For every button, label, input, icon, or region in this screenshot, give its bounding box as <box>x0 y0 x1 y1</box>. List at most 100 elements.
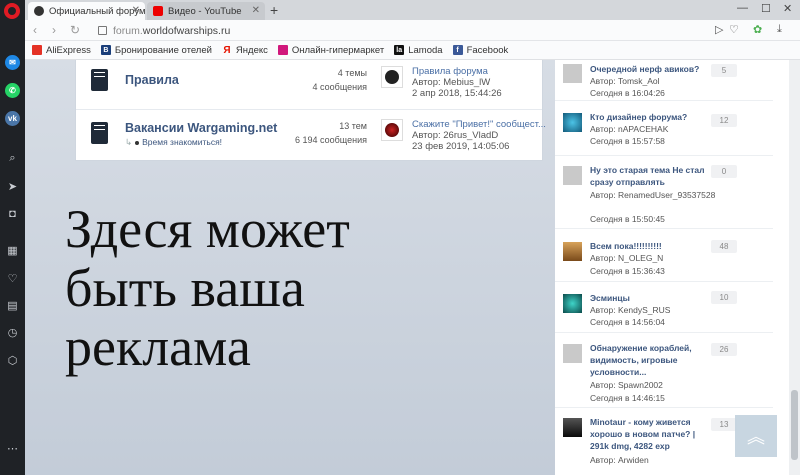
avatar[interactable] <box>563 242 582 261</box>
scroll-to-top-button[interactable]: ︽ <box>735 415 777 457</box>
forum-title[interactable]: Правила <box>125 73 179 87</box>
activity-item[interactable]: Ну это старая тема Не стал сразу отправл… <box>555 159 773 229</box>
forum-row: Вакансии Wargaming.net ↳ Время знакомитьс… <box>76 109 546 159</box>
recent-activity: Очередной нерф авиков? Автор: Tomsk_Aol … <box>555 60 789 475</box>
activity-item[interactable]: Всем пока!!!!!!!!!! Автор: N_OLEG_N Сего… <box>555 236 773 282</box>
avatar[interactable] <box>563 344 582 363</box>
close-tab-icon[interactable]: ✕ <box>252 5 260 16</box>
activity-author: Автор: Arwiden <box>590 455 649 465</box>
bookmark-aliexpress[interactable]: AliExpress <box>32 45 91 56</box>
yandex-icon: Я <box>223 44 231 56</box>
activity-date: Сегодня в 14:56:04 <box>590 317 665 327</box>
forum-posts-count: 4 сообщения <box>312 82 367 92</box>
tab-youtube[interactable]: Видео - YouTube ✕ <box>147 2 265 20</box>
bookmarks-bar: AliExpress B Бронирование отелей Я Яндекс … <box>25 41 800 60</box>
activity-author: Автор: nAPACEHAK <box>590 124 669 134</box>
avatar[interactable] <box>563 166 582 185</box>
opera-logo-icon[interactable] <box>4 3 20 19</box>
forum-row: Правила 4 темы 4 сообщения Правила форум… <box>76 60 542 110</box>
activity-item[interactable]: Эсминцы Автор: KendyS_RUS Сегодня в 14:5… <box>555 287 773 333</box>
vk-icon[interactable]: vk <box>5 111 20 126</box>
tab-forum[interactable]: Официальный форум игры ✕ <box>28 2 145 20</box>
forum-title[interactable]: Вакансии Wargaming.net <box>125 121 277 135</box>
bookmark-hypermarket[interactable]: Онлайн-гипермаркет <box>277 45 384 56</box>
bookmark-label: Бронирование отелей <box>114 44 212 56</box>
bookmark-label: Lamoda <box>408 44 443 56</box>
messenger-icon[interactable]: ✉ <box>5 55 20 70</box>
activity-title[interactable]: Minotaur - кому живется хорошо в новом п… <box>590 416 708 452</box>
page-content: Правила 4 темы 4 сообщения Правила форум… <box>25 60 789 475</box>
last-topic-date: 2 апр 2018, 15:44:26 <box>412 88 502 99</box>
last-topic-link[interactable]: Скажите "Привет!" сообщест... <box>412 119 546 130</box>
vertical-scrollbar[interactable] <box>789 60 800 475</box>
more-icon[interactable]: ⋯ <box>5 441 20 456</box>
activity-item[interactable]: Очередной нерф авиков? Автор: Tomsk_Aol … <box>555 60 773 101</box>
speed-dial-icon[interactable]: ▦ <box>5 243 20 258</box>
forum-topics-count: 4 темы <box>337 68 367 78</box>
last-topic-link[interactable]: Правила форума <box>412 66 488 77</box>
url-field[interactable]: forum.worldofwarships.ru <box>98 22 743 39</box>
avatar[interactable] <box>563 418 582 437</box>
activity-author: Автор: N_OLEG_N <box>590 253 664 263</box>
facebook-icon: f <box>452 45 463 55</box>
reply-count-badge: 10 <box>711 291 737 304</box>
booking-icon: B <box>100 45 111 55</box>
activity-item[interactable]: Кто дизайнер форума? Автор: nAPACEHAK Се… <box>555 106 773 156</box>
scrollbar-thumb[interactable] <box>791 390 798 460</box>
last-topic-date: 23 фев 2019, 14:05:06 <box>412 141 510 152</box>
reply-count-badge: 48 <box>711 240 737 253</box>
activity-title[interactable]: Всем пока!!!!!!!!!! <box>590 240 708 252</box>
forward-icon[interactable]: › <box>52 23 56 37</box>
activity-title[interactable]: Эсминцы <box>590 292 708 304</box>
forum-topics-count: 13 тем <box>339 121 367 131</box>
bookmark-yandex[interactable]: Я Яндекс <box>222 45 268 56</box>
camera-icon[interactable]: ◘ <box>5 206 20 221</box>
maximize-button[interactable]: ☐ <box>761 2 771 15</box>
bookmark-label: AliExpress <box>46 44 91 56</box>
forum-favicon-icon <box>34 6 44 16</box>
reply-count-badge: 0 <box>711 165 737 178</box>
reply-count-badge: 5 <box>711 64 737 77</box>
avatar[interactable] <box>381 66 403 88</box>
reply-count-badge: 13 <box>711 418 737 431</box>
search-icon[interactable]: ⌕ <box>5 151 20 166</box>
extension-icon[interactable]: ✿ <box>753 23 762 36</box>
bookmark-lamoda[interactable]: la Lamoda <box>394 44 443 56</box>
activity-item[interactable]: Обнаружение кораблей, видимость, игровые… <box>555 338 773 408</box>
subforum-link[interactable]: ↳ Время знакомиться! <box>125 137 222 148</box>
activity-title[interactable]: Ну это старая тема Не стал сразу отправл… <box>590 164 708 188</box>
opera-sidebar: ✉ ✆ vk ⌕ ➤ ◘ ▦ ♡ ▤ ◷ ⬡ ⋯ <box>0 0 25 475</box>
avatar[interactable] <box>563 113 582 132</box>
send-icon[interactable]: ➤ <box>5 179 20 194</box>
activity-author: Автор: Spawn2002 <box>590 380 663 390</box>
forum-posts-count: 6 194 сообщения <box>295 135 367 145</box>
extensions-icon[interactable]: ⬡ <box>5 353 20 368</box>
news-icon[interactable]: ▤ <box>5 298 20 313</box>
avatar[interactable] <box>563 294 582 313</box>
hypermarket-icon <box>277 45 288 55</box>
history-icon[interactable]: ◷ <box>5 325 20 340</box>
bookmark-facebook[interactable]: f Facebook <box>452 45 508 56</box>
tab-title: Официальный форум игры <box>49 5 145 17</box>
bookmark-heart-icon[interactable]: ♡ <box>729 23 739 36</box>
back-icon[interactable]: ‹ <box>33 23 37 37</box>
close-tab-icon[interactable]: ✕ <box>132 5 140 16</box>
bookmark-booking[interactable]: B Бронирование отелей <box>100 44 212 56</box>
activity-date: Сегодня в 15:50:45 <box>590 214 665 224</box>
send-page-icon[interactable]: ▷ <box>715 23 723 36</box>
forum-book-icon <box>91 122 108 144</box>
close-window-button[interactable]: ✕ <box>783 2 792 15</box>
whatsapp-icon[interactable]: ✆ <box>5 83 20 98</box>
activity-date: Сегодня в 15:36:43 <box>590 266 665 276</box>
activity-title[interactable]: Обнаружение кораблей, видимость, игровые… <box>590 342 708 378</box>
avatar[interactable] <box>381 119 403 141</box>
new-tab-button[interactable]: + <box>270 2 278 18</box>
activity-title[interactable]: Кто дизайнер форума? <box>590 111 708 123</box>
download-icon[interactable]: ⤓ <box>777 23 782 36</box>
last-topic-author: Автор: Mebius_lW <box>412 77 491 88</box>
reload-icon[interactable]: ↻ <box>70 23 80 37</box>
heart-icon[interactable]: ♡ <box>5 271 20 286</box>
activity-title[interactable]: Очередной нерф авиков? <box>590 63 708 75</box>
avatar[interactable] <box>563 64 582 83</box>
minimize-button[interactable]: — <box>737 2 748 14</box>
